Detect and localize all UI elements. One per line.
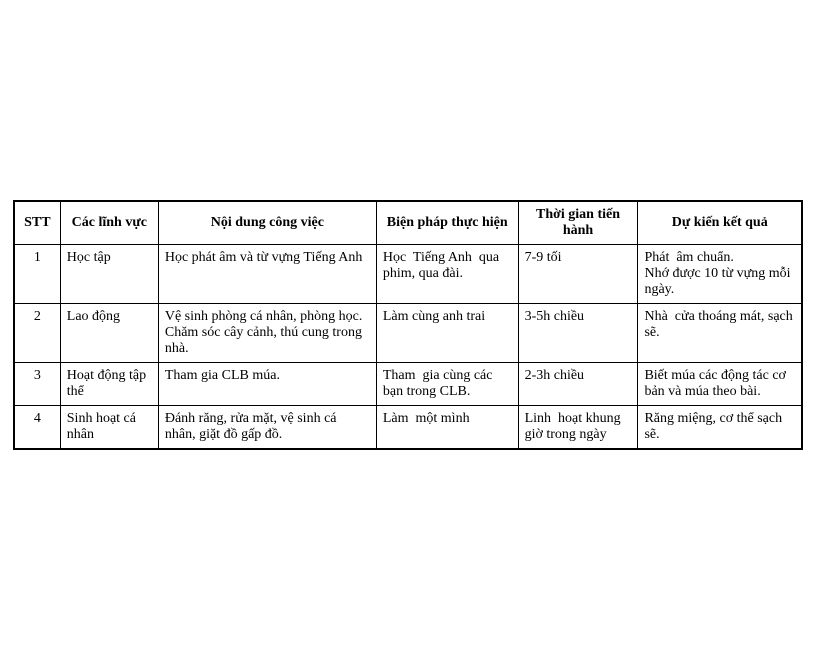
cell-linh-vuc-1: Lao động — [60, 303, 158, 362]
cell-bien-phap-0: Học Tiếng Anh qua phim, qua đài. — [376, 244, 518, 303]
header-du-kien: Dự kiến kết quả — [638, 201, 802, 244]
cell-noi-dung-2: Tham gia CLB múa. — [158, 362, 376, 405]
table-row: 1Học tậpHọc phát âm và từ vựng Tiếng Anh… — [15, 244, 802, 303]
header-bien-phap: Biện pháp thực hiện — [376, 201, 518, 244]
cell-thoi-gian-1: 3-5h chiều — [518, 303, 638, 362]
cell-stt-0: 1 — [15, 244, 61, 303]
cell-stt-1: 2 — [15, 303, 61, 362]
header-stt: STT — [15, 201, 61, 244]
cell-thoi-gian-2: 2-3h chiều — [518, 362, 638, 405]
cell-bien-phap-3: Làm một mình — [376, 405, 518, 448]
cell-stt-3: 4 — [15, 405, 61, 448]
header-noi-dung: Nội dung công việc — [158, 201, 376, 244]
cell-bien-phap-2: Tham gia cùng các bạn trong CLB. — [376, 362, 518, 405]
cell-du-kien-1: Nhà cửa thoáng mát, sạch sẽ. — [638, 303, 802, 362]
table-row: 4Sinh hoạt cá nhânĐánh răng, rửa mặt, vệ… — [15, 405, 802, 448]
table-row: 3Hoạt động tập thểTham gia CLB múa.Tham … — [15, 362, 802, 405]
cell-bien-phap-1: Làm cùng anh trai — [376, 303, 518, 362]
schedule-table: STT Các lĩnh vực Nội dung công việc Biện… — [14, 201, 802, 449]
cell-du-kien-0: Phát âm chuẩn. Nhớ được 10 từ vựng mỗi n… — [638, 244, 802, 303]
table-row: 2Lao độngVệ sinh phòng cá nhân, phòng họ… — [15, 303, 802, 362]
cell-du-kien-3: Răng miệng, cơ thể sạch sẽ. — [638, 405, 802, 448]
cell-noi-dung-0: Học phát âm và từ vựng Tiếng Anh — [158, 244, 376, 303]
cell-stt-2: 3 — [15, 362, 61, 405]
cell-noi-dung-1: Vệ sinh phòng cá nhân, phòng học. Chăm s… — [158, 303, 376, 362]
header-linh-vuc: Các lĩnh vực — [60, 201, 158, 244]
cell-thoi-gian-3: Linh hoạt khung giờ trong ngày — [518, 405, 638, 448]
cell-du-kien-2: Biết múa các động tác cơ bản và múa theo… — [638, 362, 802, 405]
cell-linh-vuc-0: Học tập — [60, 244, 158, 303]
main-table-wrapper: STT Các lĩnh vực Nội dung công việc Biện… — [13, 200, 803, 450]
header-thoi-gian: Thời gian tiến hành — [518, 201, 638, 244]
cell-noi-dung-3: Đánh răng, rửa mặt, vệ sinh cá nhân, giặ… — [158, 405, 376, 448]
cell-thoi-gian-0: 7-9 tối — [518, 244, 638, 303]
cell-linh-vuc-2: Hoạt động tập thể — [60, 362, 158, 405]
cell-linh-vuc-3: Sinh hoạt cá nhân — [60, 405, 158, 448]
